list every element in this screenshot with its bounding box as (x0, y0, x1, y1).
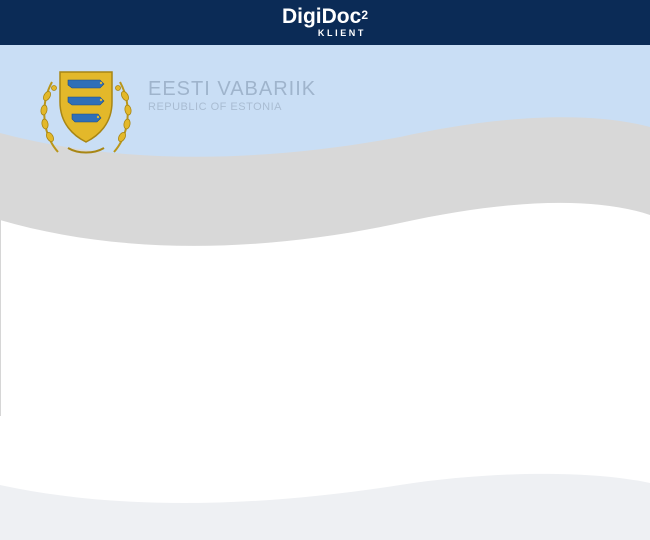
app-logo-subtitle: KLIENT (317, 28, 367, 38)
app-logo-superscript: 2 (361, 8, 369, 22)
app-logo: DigiDoc2 KLIENT (0, 6, 650, 41)
country-title: EESTI VABARIIK (148, 78, 317, 100)
app-logo-text: DigiDoc2 KLIENT (281, 5, 369, 39)
estonia-coat-of-arms-icon (40, 71, 132, 154)
app-logo-name: DigiDoc (281, 5, 362, 28)
country-subtitle: REPUBLIC OF ESTONIA (148, 101, 282, 113)
app-header: DigiDoc2 KLIENT (0, 0, 650, 45)
left-border-line (0, 220, 1, 416)
country-banner: EESTI VABARIIK REPUBLIC OF ESTONIA (148, 78, 316, 113)
